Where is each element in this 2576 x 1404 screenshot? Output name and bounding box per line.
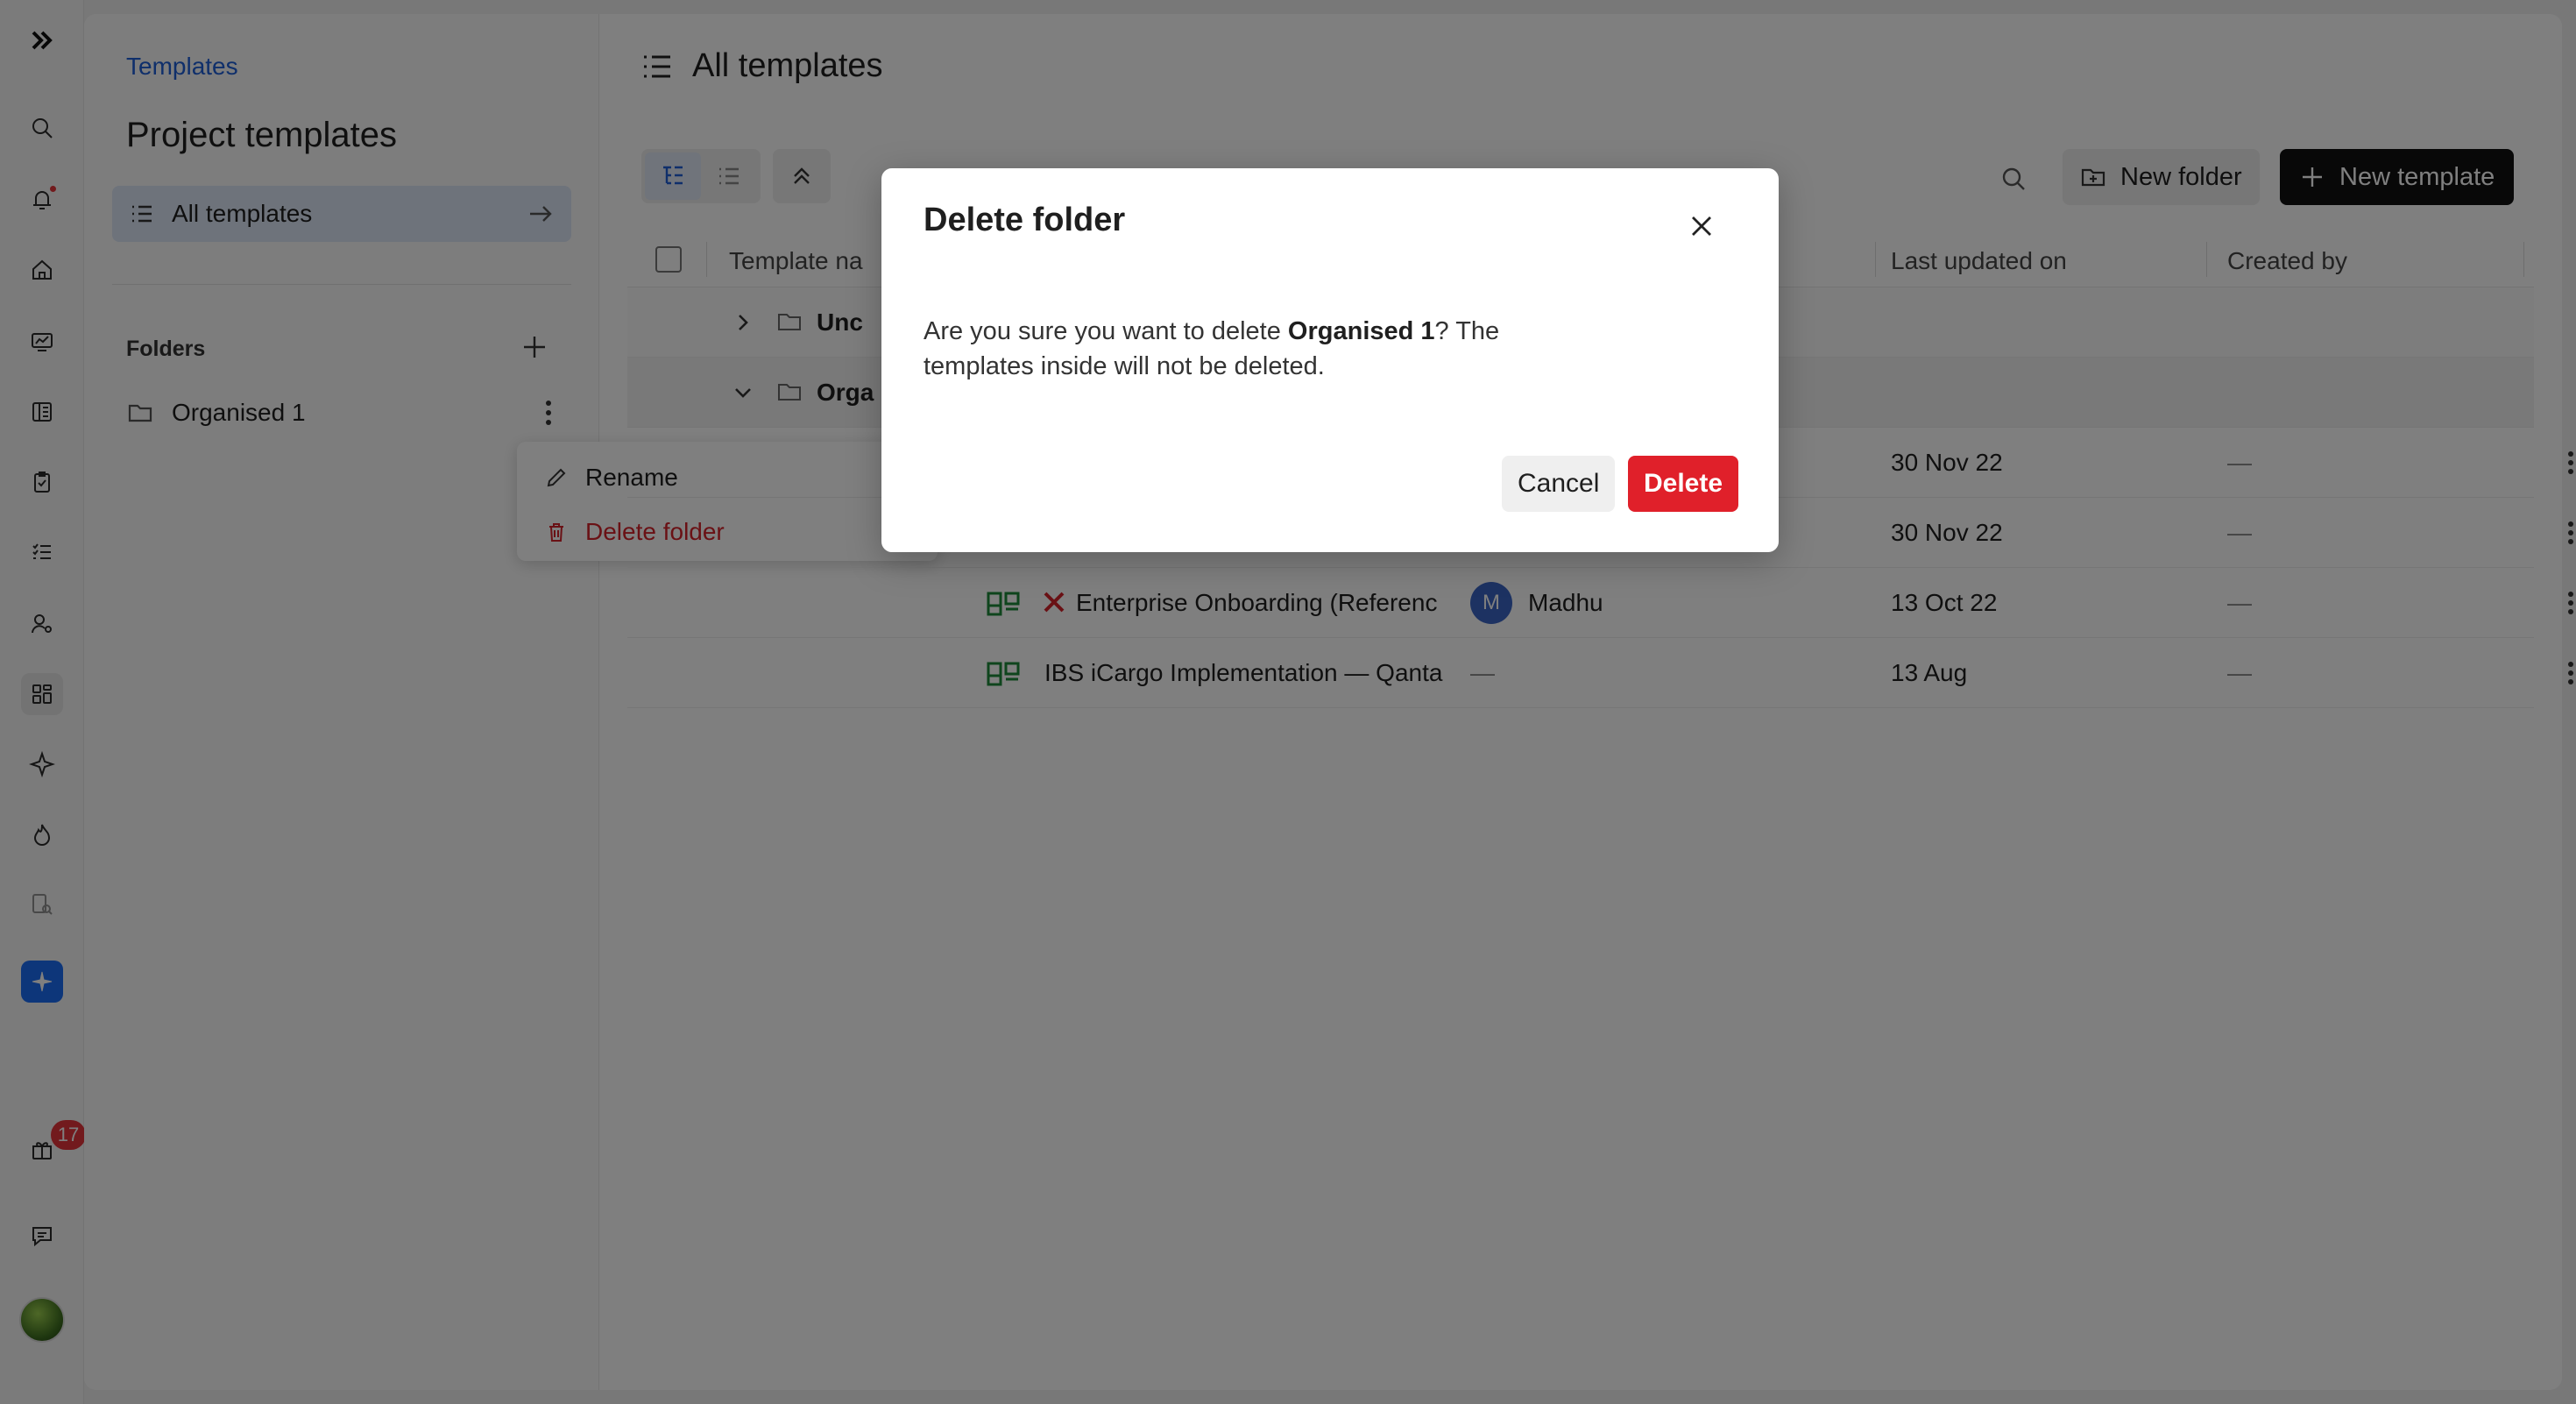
dialog-message: Are you sure you want to delete Organise… bbox=[924, 314, 1554, 384]
delete-folder-dialog: Delete folder Are you sure you want to d… bbox=[881, 168, 1779, 552]
cancel-button[interactable]: Cancel bbox=[1502, 456, 1616, 512]
message-prefix: Are you sure you want to delete bbox=[924, 317, 1288, 345]
delete-button[interactable]: Delete bbox=[1628, 456, 1739, 512]
dialog-title: Delete folder bbox=[924, 202, 1126, 238]
close-icon bbox=[1692, 216, 1711, 236]
folder-name: Organised 1 bbox=[1287, 317, 1435, 345]
close-dialog-button[interactable] bbox=[1677, 202, 1726, 251]
